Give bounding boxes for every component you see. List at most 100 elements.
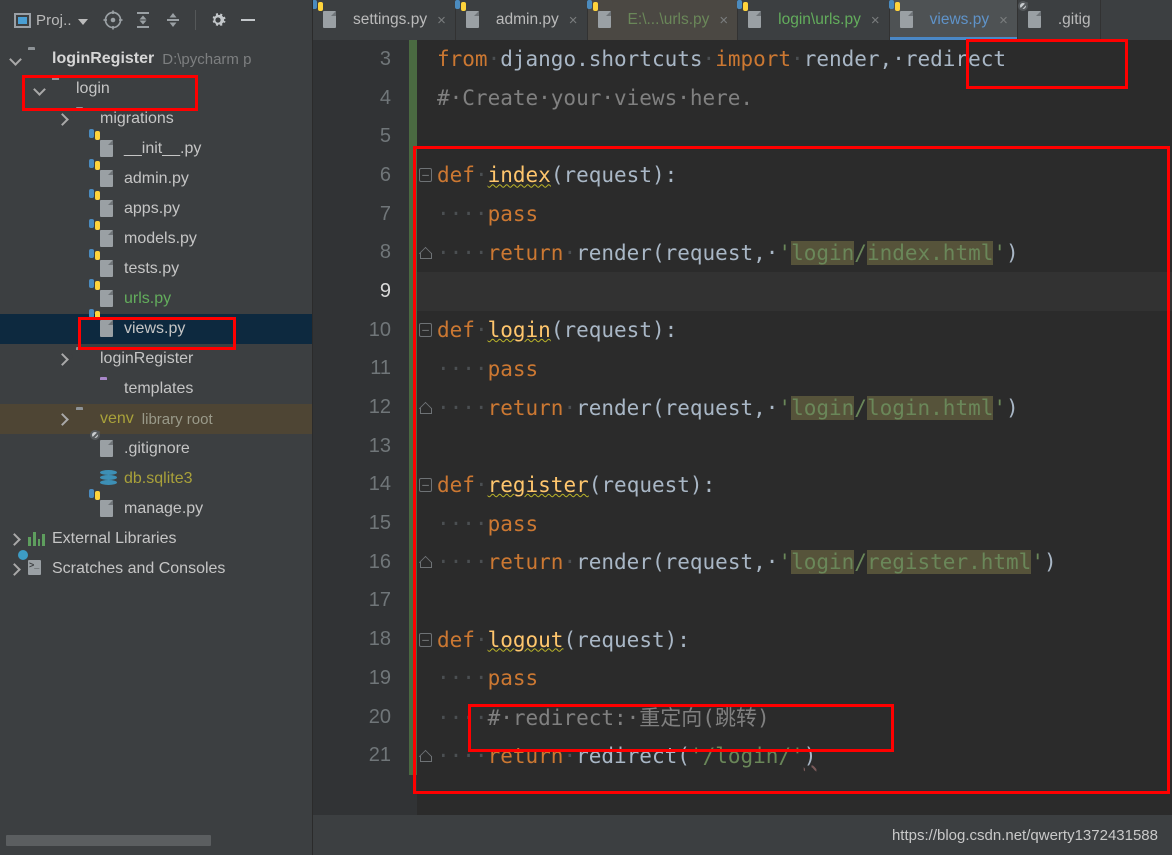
code-line-4[interactable]: 4 #·Create·your·views·here. (313, 79, 1172, 118)
code-fold-marker[interactable]: – (417, 156, 435, 195)
tab-close-icon[interactable]: × (999, 12, 1008, 29)
tree-item-label: External Libraries (52, 530, 177, 547)
chevron-down-icon[interactable] (8, 52, 22, 66)
code-line-9[interactable]: 9 (313, 272, 1172, 311)
chevron-right-icon[interactable] (8, 562, 22, 576)
code-fold-marker[interactable] (417, 736, 435, 775)
chevron-right-icon[interactable] (56, 412, 70, 426)
tree-item-testspy[interactable]: tests.py (0, 249, 312, 284)
code-line-8[interactable]: 8 ····return·render(request,·'login/index… (313, 233, 1172, 272)
fold-gutter-spacer (417, 350, 435, 389)
tree-item-gitignore[interactable]: .gitignore (0, 430, 312, 464)
editor-tab--gitig[interactable]: .gitig (1017, 0, 1101, 40)
code-fold-marker[interactable]: – (417, 311, 435, 350)
python-file-icon (89, 249, 118, 278)
editor-tab-admin-py[interactable]: admin.py × (454, 0, 588, 40)
line-number: 12 (368, 396, 391, 419)
tree-item-viewspy[interactable]: views.py (0, 309, 312, 344)
gear-icon[interactable] (203, 5, 233, 35)
code-fold-marker[interactable]: – (417, 466, 435, 505)
python-file-icon (89, 309, 118, 338)
editor-viewport[interactable]: 3 from·django.shortcuts·import·render,·re… (313, 40, 1172, 855)
code-fold-marker[interactable] (417, 233, 435, 272)
tree-item-external libraries[interactable]: External Libraries (0, 524, 312, 554)
code-line-11[interactable]: 11 ····pass (313, 350, 1172, 389)
fold-gutter-spacer (417, 582, 435, 621)
tab-close-icon[interactable]: × (569, 12, 578, 29)
editor-tab-settings-py[interactable]: settings.py × (313, 0, 456, 40)
tree-item-venv[interactable]: venv library root (0, 404, 312, 434)
line-number: 20 (368, 705, 391, 728)
python-file-icon (454, 0, 484, 29)
line-number: 19 (368, 666, 391, 689)
code-line-16[interactable]: 16 ····return·render(request,·'login/regi… (313, 543, 1172, 582)
database-icon (100, 470, 118, 488)
editor-tab-views-py[interactable]: views.py × (888, 0, 1018, 40)
tree-item-label: admin.py (124, 170, 189, 187)
line-number: 16 (368, 550, 391, 573)
tab-close-icon[interactable]: × (871, 12, 880, 29)
tree-item-label: tests.py (124, 260, 180, 277)
tab-label: admin.py (495, 11, 559, 28)
external-libraries-icon (28, 530, 46, 548)
tree-item-initpy[interactable]: __init__.py (0, 129, 312, 164)
code-text: def·index(request): (437, 163, 678, 188)
tree-item-urlspy[interactable]: urls.py (0, 279, 312, 314)
code-line-5[interactable]: 5 (313, 117, 1172, 156)
editor-tab-login-urls-py[interactable]: login\urls.py × (737, 0, 890, 40)
minimize-icon[interactable] (233, 5, 263, 35)
code-line-13[interactable]: 13 (313, 427, 1172, 466)
tab-close-icon[interactable]: × (437, 12, 446, 29)
code-line-18[interactable]: 18 – def·logout(request): (313, 620, 1172, 659)
tree-item-migrations[interactable]: migrations (0, 104, 312, 134)
code-line-10[interactable]: 10 – def·login(request): (313, 311, 1172, 350)
expand-all-icon[interactable] (128, 5, 158, 35)
scrollbar-thumb[interactable] (6, 834, 211, 846)
tree-item-modelspy[interactable]: models.py (0, 219, 312, 254)
code-line-17[interactable]: 17 (313, 582, 1172, 621)
code-line-3[interactable]: 3 from·django.shortcuts·import·render,·re… (313, 40, 1172, 79)
code-fold-marker[interactable] (417, 543, 435, 582)
line-number: 13 (368, 434, 391, 457)
line-number: 5 (379, 125, 391, 148)
chevron-right-icon[interactable] (8, 532, 22, 546)
gitignore-file-icon (1017, 1, 1046, 29)
tree-item-loginregister[interactable]: loginRegister D:\pycharm p (0, 44, 312, 74)
tree-item-loginregister[interactable]: loginRegister (0, 344, 312, 374)
code-line-7[interactable]: 7 ····pass (313, 195, 1172, 234)
code-fold-marker[interactable]: – (417, 620, 435, 659)
tree-item-scratches and consoles[interactable]: >_ Scratches and Consoles (0, 550, 312, 584)
locate-target-icon[interactable] (98, 5, 128, 35)
tree-item-appspy[interactable]: apps.py (0, 189, 312, 224)
tree-item-label: migrations (100, 110, 174, 127)
collapse-all-icon[interactable] (158, 5, 188, 35)
tab-close-icon[interactable]: × (719, 12, 728, 29)
tree-item-login[interactable]: login (0, 74, 312, 104)
tree-item-label: .gitignore (124, 440, 190, 457)
code-line-6[interactable]: 6 – def·index(request): (313, 156, 1172, 195)
code-editor[interactable]: 3 from·django.shortcuts·import·render,·re… (313, 40, 1172, 855)
code-line-20[interactable]: 20 ····#·redirect:·重定向(跳转) (313, 698, 1172, 737)
project-tool-window-button[interactable]: Proj.. (14, 12, 88, 29)
tree-item-dbsqlite3[interactable]: db.sqlite3 (0, 464, 312, 494)
tab-label: E:\...\urls.py (627, 11, 710, 28)
code-text: ····pass (437, 511, 539, 536)
python-file-icon (89, 189, 118, 218)
chevron-down-icon[interactable] (77, 19, 88, 25)
tree-item-templates[interactable]: templates (0, 374, 312, 404)
code-line-12[interactable]: 12 ····return·render(request,·'login/logi… (313, 388, 1172, 427)
code-fold-marker[interactable] (417, 388, 435, 427)
code-line-21[interactable]: 21 ····return·redirect('/login/') (313, 736, 1172, 775)
code-line-19[interactable]: 19 ····pass (313, 659, 1172, 698)
line-number: 21 (368, 744, 391, 767)
editor-tab-e------urls-py[interactable]: E:\...\urls.py × (586, 0, 739, 40)
code-line-15[interactable]: 15 ····pass (313, 504, 1172, 543)
tree-item-adminpy[interactable]: admin.py (0, 159, 312, 194)
project-tree-horizontal-scrollbar[interactable] (0, 825, 312, 855)
code-line-14[interactable]: 14 – def·register(request): (313, 466, 1172, 505)
tree-item-managepy[interactable]: manage.py (0, 489, 312, 524)
vcs-change-marker (409, 40, 417, 776)
